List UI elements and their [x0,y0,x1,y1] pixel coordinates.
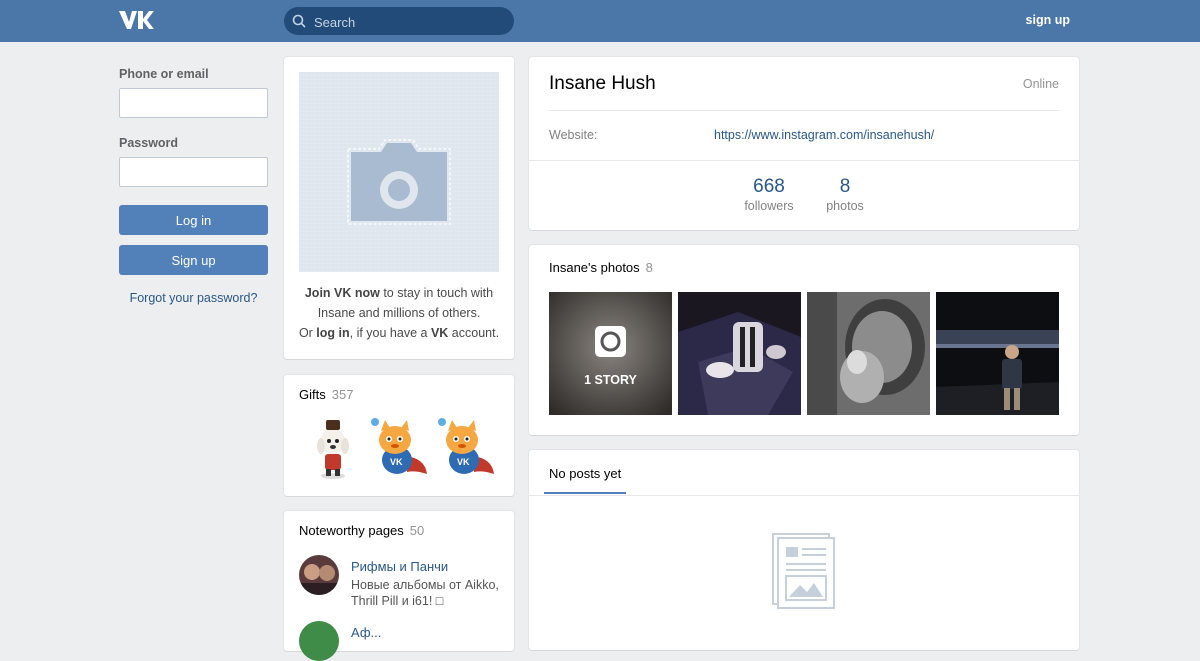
followers-counter[interactable]: 668 followers [739,176,799,213]
divider [529,160,1079,161]
divider [549,110,1059,111]
story-thumbnail[interactable]: 1 STORY [549,292,672,415]
gift-vk-cat-sticker[interactable]: VK [434,416,496,480]
photo-thumbnail[interactable] [936,292,1059,415]
camera-icon [347,139,451,225]
header-signup-link[interactable]: sign up [1026,13,1070,27]
divider [529,495,1079,496]
login-inline-link[interactable]: log in [316,326,349,340]
gifts-title[interactable]: Gifts 357 [299,387,353,402]
password-label: Password [119,136,179,150]
photos-card: Insane's photos 8 1 STORY [529,245,1079,435]
search-box[interactable] [284,7,514,37]
profile-name: Insane Hush [549,73,656,94]
photos-title[interactable]: Insane's photos 8 [549,260,653,275]
no-posts-icon [772,533,835,609]
forgot-password-link[interactable]: Forgot your password? [119,291,268,305]
avatar-placeholder [299,72,499,272]
page-avatar[interactable] [299,621,339,661]
page-name-link[interactable]: Рифмы и Панчи [351,559,448,574]
photo-thumbnail[interactable] [678,292,801,415]
signup-button[interactable]: Sign up [119,245,268,275]
svg-text:VK: VK [390,457,403,467]
phone-label: Phone or email [119,67,209,81]
photo-thumbnail[interactable] [807,292,930,415]
login-button[interactable]: Log in [119,205,268,235]
online-status: Online [1022,77,1059,91]
join-vk-text: Join VK now to stay in touch with Insane… [298,286,500,340]
page-avatar[interactable] [299,555,339,595]
search-icon [292,14,306,28]
posts-card: No posts yet [529,450,1079,650]
password-field[interactable] [119,157,268,187]
photos-counter[interactable]: 8 photos [819,176,871,213]
avatar-card: Join VK now to stay in touch with Insane… [284,57,514,359]
tab-no-posts[interactable]: No posts yet [549,466,621,481]
page-description: Новые альбомы от Aikko, Thrill Pill и i6… [351,578,499,608]
page-name-link[interactable]: Аф... [351,625,381,640]
phone-email-field[interactable] [119,88,268,118]
gift-dog-sticker[interactable] [302,416,364,480]
gift-vk-cat-sticker[interactable]: VK [367,416,429,480]
website-link[interactable]: https://www.instagram.com/insanehush/ [714,128,934,142]
website-label: Website: [549,128,598,142]
gifts-card: Gifts 357 VK VK [284,375,514,496]
noteworthy-pages-card: Noteworthy pages 50 Рифмы и Панчи Новые а… [284,511,514,661]
story-label: 1 STORY [584,373,637,387]
vk-logo-icon[interactable] [118,9,154,31]
svg-text:VK: VK [457,457,470,467]
login-form: Phone or email Password Log in Sign up F… [119,67,268,305]
active-tab-indicator [544,492,626,494]
noteworthy-title[interactable]: Noteworthy pages 50 [299,523,424,538]
profile-info-card: Insane Hush Online Website: https://www.… [529,57,1079,230]
top-header: sign up [0,0,1200,42]
search-input[interactable] [312,7,511,37]
